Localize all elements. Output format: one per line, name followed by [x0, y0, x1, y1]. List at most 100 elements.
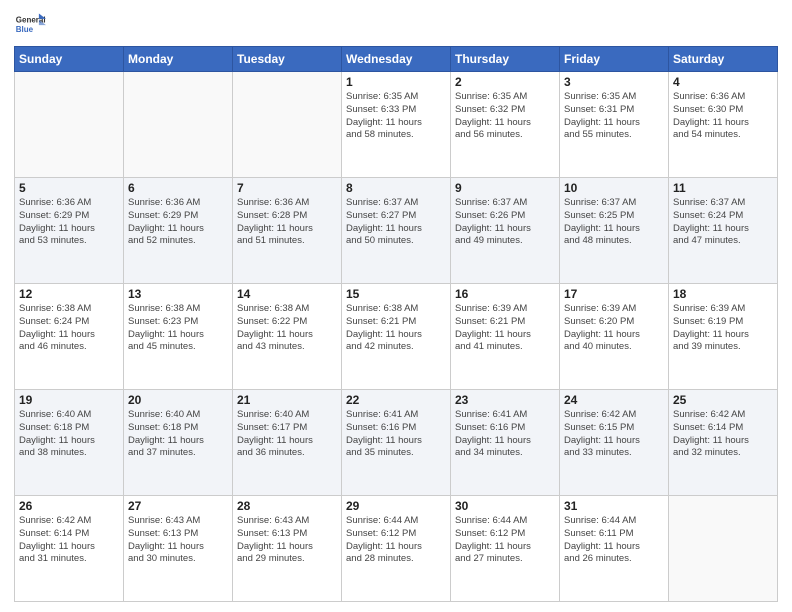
- calendar-weekday-header: Saturday: [669, 47, 778, 72]
- day-info: Sunrise: 6:41 AM Sunset: 6:16 PM Dayligh…: [346, 409, 446, 460]
- day-info: Sunrise: 6:41 AM Sunset: 6:16 PM Dayligh…: [455, 409, 555, 460]
- calendar-header-row: SundayMondayTuesdayWednesdayThursdayFrid…: [15, 47, 778, 72]
- day-info: Sunrise: 6:38 AM Sunset: 6:23 PM Dayligh…: [128, 303, 228, 354]
- svg-text:Blue: Blue: [16, 25, 34, 34]
- day-info: Sunrise: 6:39 AM Sunset: 6:21 PM Dayligh…: [455, 303, 555, 354]
- calendar-day-cell: 21Sunrise: 6:40 AM Sunset: 6:17 PM Dayli…: [233, 390, 342, 496]
- day-number: 17: [564, 287, 664, 301]
- day-number: 23: [455, 393, 555, 407]
- calendar-day-cell: [15, 72, 124, 178]
- calendar-day-cell: 6 Sunrise: 6:36 AM Sunset: 6:29 PM Daylig…: [124, 178, 233, 284]
- day-number: 29: [346, 499, 446, 513]
- day-number: 5: [19, 181, 119, 195]
- day-info: Sunrise: 6:35 AM Sunset: 6:31 PM Dayligh…: [564, 91, 664, 142]
- day-info: Sunrise: 6:36 AM Sunset: 6:30 PM Dayligh…: [673, 91, 773, 142]
- calendar-week-row: 12Sunrise: 6:38 AM Sunset: 6:24 PM Dayli…: [15, 284, 778, 390]
- calendar-day-cell: 31 Sunrise: 6:44 AM Sunset: 6:11 PM Dayli…: [560, 496, 669, 602]
- day-number: 4: [673, 75, 773, 89]
- day-info: Sunrise: 6:42 AM Sunset: 6:14 PM Dayligh…: [673, 409, 773, 460]
- calendar-day-cell: 12Sunrise: 6:38 AM Sunset: 6:24 PM Dayli…: [15, 284, 124, 390]
- day-number: 9: [455, 181, 555, 195]
- day-number: 2: [455, 75, 555, 89]
- day-info: Sunrise: 6:42 AM Sunset: 6:14 PM Dayligh…: [19, 515, 119, 566]
- day-number: 3: [564, 75, 664, 89]
- calendar-day-cell: 8Sunrise: 6:37 AM Sunset: 6:27 PM Daylig…: [342, 178, 451, 284]
- day-info: Sunrise: 6:43 AM Sunset: 6:13 PM Dayligh…: [237, 515, 337, 566]
- day-number: 25: [673, 393, 773, 407]
- day-info: Sunrise: 6:36 AM Sunset: 6:28 PM Dayligh…: [237, 197, 337, 248]
- calendar-day-cell: 24 Sunrise: 6:42 AM Sunset: 6:15 PM Dayli…: [560, 390, 669, 496]
- calendar-day-cell: 3 Sunrise: 6:35 AM Sunset: 6:31 PM Daylig…: [560, 72, 669, 178]
- logo: General Blue: [14, 10, 46, 42]
- day-info: Sunrise: 6:35 AM Sunset: 6:32 PM Dayligh…: [455, 91, 555, 142]
- calendar-day-cell: 4 Sunrise: 6:36 AM Sunset: 6:30 PM Daylig…: [669, 72, 778, 178]
- day-info: Sunrise: 6:38 AM Sunset: 6:21 PM Dayligh…: [346, 303, 446, 354]
- calendar-day-cell: 11Sunrise: 6:37 AM Sunset: 6:24 PM Dayli…: [669, 178, 778, 284]
- calendar-day-cell: 2 Sunrise: 6:35 AM Sunset: 6:32 PM Daylig…: [451, 72, 560, 178]
- day-number: 27: [128, 499, 228, 513]
- calendar-weekday-header: Thursday: [451, 47, 560, 72]
- day-info: Sunrise: 6:44 AM Sunset: 6:12 PM Dayligh…: [346, 515, 446, 566]
- calendar-day-cell: 1 Sunrise: 6:35 AM Sunset: 6:33 PM Daylig…: [342, 72, 451, 178]
- day-number: 6: [128, 181, 228, 195]
- day-info: Sunrise: 6:39 AM Sunset: 6:20 PM Dayligh…: [564, 303, 664, 354]
- day-info: Sunrise: 6:39 AM Sunset: 6:19 PM Dayligh…: [673, 303, 773, 354]
- calendar-weekday-header: Tuesday: [233, 47, 342, 72]
- calendar-day-cell: 14 Sunrise: 6:38 AM Sunset: 6:22 PM Dayli…: [233, 284, 342, 390]
- day-info: Sunrise: 6:44 AM Sunset: 6:11 PM Dayligh…: [564, 515, 664, 566]
- day-info: Sunrise: 6:36 AM Sunset: 6:29 PM Dayligh…: [128, 197, 228, 248]
- calendar-day-cell: [124, 72, 233, 178]
- calendar-day-cell: 19 Sunrise: 6:40 AM Sunset: 6:18 PM Dayli…: [15, 390, 124, 496]
- calendar-day-cell: 7Sunrise: 6:36 AM Sunset: 6:28 PM Daylig…: [233, 178, 342, 284]
- calendar-day-cell: 10 Sunrise: 6:37 AM Sunset: 6:25 PM Dayli…: [560, 178, 669, 284]
- day-number: 13: [128, 287, 228, 301]
- day-number: 19: [19, 393, 119, 407]
- day-info: Sunrise: 6:38 AM Sunset: 6:24 PM Dayligh…: [19, 303, 119, 354]
- calendar-day-cell: 13 Sunrise: 6:38 AM Sunset: 6:23 PM Dayli…: [124, 284, 233, 390]
- day-number: 16: [455, 287, 555, 301]
- day-number: 21: [237, 393, 337, 407]
- calendar-day-cell: 5Sunrise: 6:36 AM Sunset: 6:29 PM Daylig…: [15, 178, 124, 284]
- day-number: 10: [564, 181, 664, 195]
- calendar-day-cell: 26Sunrise: 6:42 AM Sunset: 6:14 PM Dayli…: [15, 496, 124, 602]
- calendar-week-row: 19 Sunrise: 6:40 AM Sunset: 6:18 PM Dayli…: [15, 390, 778, 496]
- calendar-day-cell: 23 Sunrise: 6:41 AM Sunset: 6:16 PM Dayli…: [451, 390, 560, 496]
- calendar-day-cell: [233, 72, 342, 178]
- day-number: 24: [564, 393, 664, 407]
- day-info: Sunrise: 6:40 AM Sunset: 6:18 PM Dayligh…: [128, 409, 228, 460]
- day-info: Sunrise: 6:42 AM Sunset: 6:15 PM Dayligh…: [564, 409, 664, 460]
- logo-icon: General Blue: [14, 10, 46, 42]
- day-number: 14: [237, 287, 337, 301]
- day-number: 31: [564, 499, 664, 513]
- day-info: Sunrise: 6:40 AM Sunset: 6:18 PM Dayligh…: [19, 409, 119, 460]
- day-number: 22: [346, 393, 446, 407]
- calendar-weekday-header: Sunday: [15, 47, 124, 72]
- page-header: General Blue: [14, 10, 778, 42]
- calendar-day-cell: 17 Sunrise: 6:39 AM Sunset: 6:20 PM Dayli…: [560, 284, 669, 390]
- day-info: Sunrise: 6:37 AM Sunset: 6:25 PM Dayligh…: [564, 197, 664, 248]
- day-number: 15: [346, 287, 446, 301]
- calendar-day-cell: 28 Sunrise: 6:43 AM Sunset: 6:13 PM Dayli…: [233, 496, 342, 602]
- calendar-weekday-header: Wednesday: [342, 47, 451, 72]
- day-number: 18: [673, 287, 773, 301]
- day-info: Sunrise: 6:44 AM Sunset: 6:12 PM Dayligh…: [455, 515, 555, 566]
- calendar-day-cell: 9 Sunrise: 6:37 AM Sunset: 6:26 PM Daylig…: [451, 178, 560, 284]
- day-info: Sunrise: 6:37 AM Sunset: 6:24 PM Dayligh…: [673, 197, 773, 248]
- calendar-day-cell: 30 Sunrise: 6:44 AM Sunset: 6:12 PM Dayli…: [451, 496, 560, 602]
- calendar-week-row: 1 Sunrise: 6:35 AM Sunset: 6:33 PM Daylig…: [15, 72, 778, 178]
- day-number: 30: [455, 499, 555, 513]
- day-info: Sunrise: 6:35 AM Sunset: 6:33 PM Dayligh…: [346, 91, 446, 142]
- calendar-day-cell: 20 Sunrise: 6:40 AM Sunset: 6:18 PM Dayli…: [124, 390, 233, 496]
- day-number: 20: [128, 393, 228, 407]
- day-number: 28: [237, 499, 337, 513]
- calendar-weekday-header: Friday: [560, 47, 669, 72]
- day-info: Sunrise: 6:38 AM Sunset: 6:22 PM Dayligh…: [237, 303, 337, 354]
- day-info: Sunrise: 6:37 AM Sunset: 6:26 PM Dayligh…: [455, 197, 555, 248]
- calendar-day-cell: 15 Sunrise: 6:38 AM Sunset: 6:21 PM Dayli…: [342, 284, 451, 390]
- day-info: Sunrise: 6:43 AM Sunset: 6:13 PM Dayligh…: [128, 515, 228, 566]
- calendar-day-cell: 25 Sunrise: 6:42 AM Sunset: 6:14 PM Dayli…: [669, 390, 778, 496]
- day-number: 8: [346, 181, 446, 195]
- calendar-day-cell: 16 Sunrise: 6:39 AM Sunset: 6:21 PM Dayli…: [451, 284, 560, 390]
- day-number: 1: [346, 75, 446, 89]
- calendar-day-cell: 29 Sunrise: 6:44 AM Sunset: 6:12 PM Dayli…: [342, 496, 451, 602]
